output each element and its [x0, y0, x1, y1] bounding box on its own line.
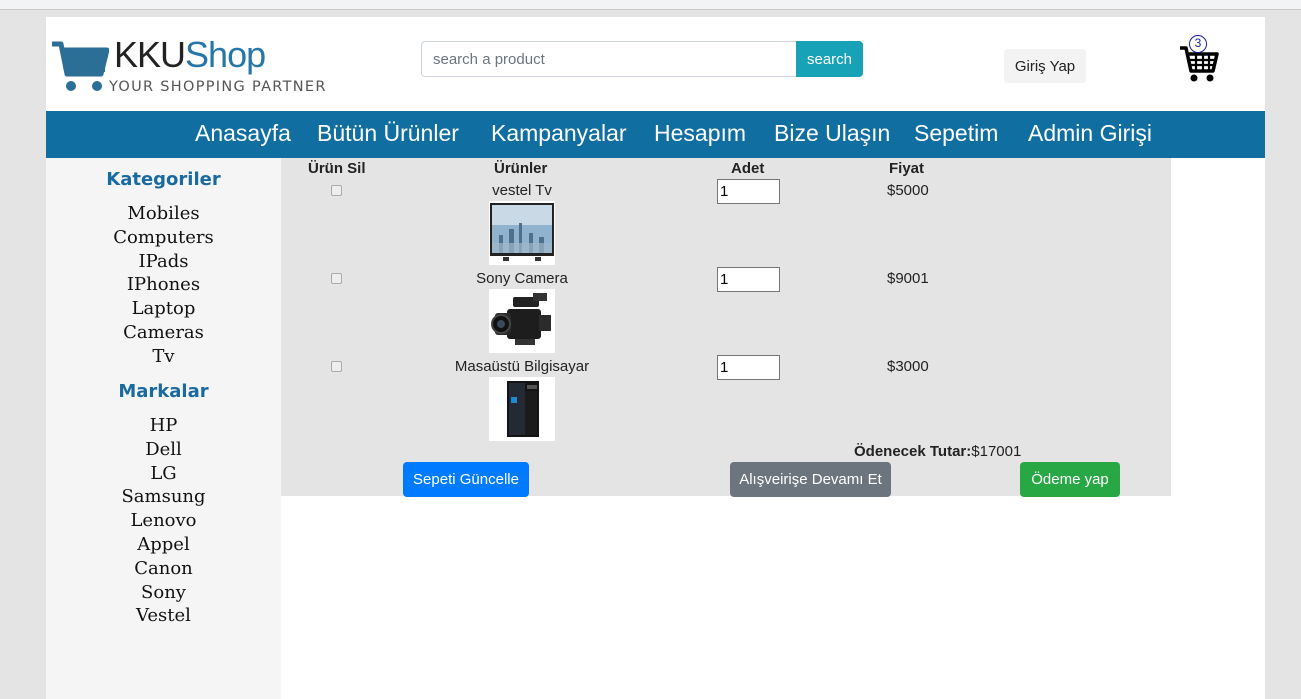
nav-account[interactable]: Hesapım — [654, 120, 746, 147]
checkout-button[interactable]: Ödeme yap — [1020, 462, 1120, 497]
site-logo[interactable]: KKUShop YOUR SHOPPING PARTNER — [51, 35, 326, 100]
nav-all-products[interactable]: Bütün Ürünler — [317, 120, 459, 147]
product-name: vestel Tv — [492, 182, 552, 199]
nav-my-cart[interactable]: Sepetim — [914, 120, 998, 147]
category-list: Mobiles Computers IPads IPhones Laptop C… — [46, 202, 281, 369]
cart-row: Masaüstü Bilgisayar $3000 — [281, 334, 1171, 441]
product-name: Masaüstü Bilgisayar — [454, 358, 590, 375]
nav-home[interactable]: Anasayfa — [195, 120, 291, 147]
total-value: $17001 — [971, 443, 1022, 460]
brands-heading: Markalar — [118, 381, 209, 402]
brand-dell[interactable]: Dell — [46, 438, 281, 462]
category-mobiles[interactable]: Mobiles — [46, 202, 281, 226]
category-tv[interactable]: Tv — [46, 345, 281, 369]
logo-brand-part1: KKU — [114, 34, 186, 75]
quantity-input[interactable] — [717, 355, 780, 380]
categories-heading: Kategoriler — [106, 169, 221, 190]
remove-item-checkbox[interactable] — [331, 361, 342, 372]
brand-hp[interactable]: HP — [46, 414, 281, 438]
cart-count-badge: 3 — [1189, 35, 1207, 53]
brand-sony[interactable]: Sony — [46, 581, 281, 605]
header-cart-button[interactable]: 3 — [1179, 35, 1221, 83]
category-computers[interactable]: Computers — [46, 226, 281, 250]
search-button[interactable]: search — [796, 41, 863, 77]
brand-appel[interactable]: Appel — [46, 533, 281, 557]
cart-row: vestel Tv $5000 — [281, 158, 1171, 265]
product-price: $5000 — [887, 182, 929, 199]
product-price: $3000 — [887, 358, 929, 375]
logo-tagline: YOUR SHOPPING PARTNER — [109, 79, 327, 95]
cart-row: Sony Camera $9001 — [281, 246, 1171, 353]
continue-shopping-button[interactable]: Alışveirişe Devamı Et — [730, 462, 891, 497]
nav-contact[interactable]: Bize Ulaşın — [774, 120, 890, 147]
nav-admin-login[interactable]: Admin Girişi — [1028, 120, 1152, 147]
main-nav: Anasayfa Bütün Ürünler Kampanyalar Hesap… — [46, 111, 1265, 158]
browser-top-strip — [0, 0, 1301, 10]
brand-lenovo[interactable]: Lenovo — [46, 509, 281, 533]
brand-lg[interactable]: LG — [46, 462, 281, 486]
search-input[interactable] — [421, 41, 797, 77]
login-button[interactable]: Giriş Yap — [1004, 49, 1086, 83]
logo-brand-part2: Shop — [185, 34, 266, 75]
brand-canon[interactable]: Canon — [46, 557, 281, 581]
brand-samsung[interactable]: Samsung — [46, 485, 281, 509]
category-ipads[interactable]: IPads — [46, 250, 281, 274]
page-container: KKUShop YOUR SHOPPING PARTNER search Gir… — [46, 17, 1265, 699]
category-laptop[interactable]: Laptop — [46, 297, 281, 321]
product-price: $9001 — [887, 270, 929, 287]
brand-vestel[interactable]: Vestel — [46, 604, 281, 628]
order-total: Ödenecek Tutar:$17001 — [854, 443, 1021, 460]
category-iphones[interactable]: IPhones — [46, 273, 281, 297]
remove-item-checkbox[interactable] — [331, 273, 342, 284]
cart-table: Ürün Sil Ürünler Adet Fiyat vestel Tv $5… — [281, 158, 1171, 497]
desktop-pc-image — [489, 377, 555, 441]
update-cart-button[interactable]: Sepeti Güncelle — [403, 462, 529, 497]
logo-cart-icon — [52, 41, 109, 91]
quantity-input[interactable] — [717, 179, 780, 204]
quantity-input[interactable] — [717, 267, 780, 292]
logo-title: KKUShop — [114, 34, 266, 75]
total-label: Ödenecek Tutar: — [854, 443, 972, 460]
sidebar: Kategoriler Mobiles Computers IPads IPho… — [46, 158, 281, 699]
remove-item-checkbox[interactable] — [331, 185, 342, 196]
product-name: Sony Camera — [476, 270, 568, 287]
category-cameras[interactable]: Cameras — [46, 321, 281, 345]
brand-list: HP Dell LG Samsung Lenovo Appel Canon So… — [46, 414, 281, 628]
nav-campaigns[interactable]: Kampanyalar — [491, 120, 627, 147]
